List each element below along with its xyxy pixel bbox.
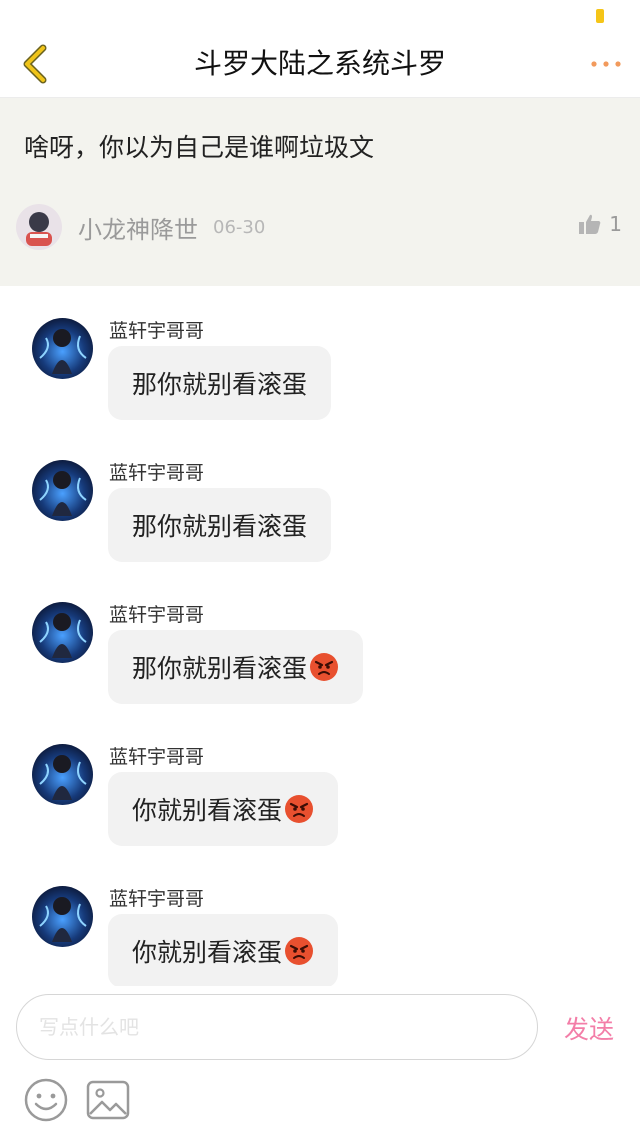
message-bubble[interactable]: 那你就别看滚蛋 xyxy=(108,488,332,562)
more-dots-icon xyxy=(591,61,621,67)
avatar[interactable] xyxy=(16,204,62,250)
header-bar: 斗罗大陆之系统斗罗 xyxy=(0,30,640,98)
message-item: 蓝轩宇哥哥那你就别看滚蛋 xyxy=(0,602,640,722)
angry-face-icon xyxy=(310,653,339,681)
message-text: 你就别看滚蛋 xyxy=(132,796,283,825)
angry-face-icon xyxy=(285,795,314,823)
message-text: 那你就别看滚蛋 xyxy=(132,654,308,683)
send-button[interactable]: 发送 xyxy=(556,1008,622,1048)
like-count: 1 xyxy=(609,212,622,236)
battery-icon xyxy=(596,9,604,23)
image-icon xyxy=(86,1080,130,1120)
message-author[interactable]: 蓝轩宇哥哥 xyxy=(109,884,204,911)
message-text: 那你就别看滚蛋 xyxy=(132,370,308,399)
message-bubble[interactable]: 那你就别看滚蛋 xyxy=(108,346,332,420)
comment-author[interactable]: 小龙神降世 xyxy=(78,210,198,245)
message-bubble[interactable]: 那你就别看滚蛋 xyxy=(108,630,364,704)
composer-bar: 发送 xyxy=(0,986,640,1138)
avatar[interactable] xyxy=(32,318,93,379)
thumbs-up-icon xyxy=(579,214,601,234)
avatar[interactable] xyxy=(32,886,93,947)
angry-face-icon xyxy=(285,937,314,965)
message-bubble[interactable]: 你就别看滚蛋 xyxy=(108,914,339,988)
original-comment-text: 啥呀，你以为自己是谁啊垃圾文 xyxy=(24,133,375,162)
message-text: 那你就别看滚蛋 xyxy=(132,512,308,541)
comment-date: 06-30 xyxy=(213,217,266,238)
message-item: 蓝轩宇哥哥那你就别看滚蛋 xyxy=(0,460,640,580)
message-item: 蓝轩宇哥哥你就别看滚蛋 xyxy=(0,744,640,864)
image-button[interactable] xyxy=(86,1080,130,1120)
avatar[interactable] xyxy=(32,744,93,805)
message-text: 你就别看滚蛋 xyxy=(132,938,283,967)
original-comment: 啥呀，你以为自己是谁啊垃圾文 小龙神降世 06-30 1 xyxy=(0,98,640,286)
avatar[interactable] xyxy=(32,602,93,663)
message-bubble[interactable]: 你就别看滚蛋 xyxy=(108,772,339,846)
message-author[interactable]: 蓝轩宇哥哥 xyxy=(109,458,204,485)
smiley-icon xyxy=(24,1078,68,1122)
avatar[interactable] xyxy=(32,460,93,521)
like-button[interactable]: 1 xyxy=(579,212,622,236)
reply-thread-screen: 斗罗大陆之系统斗罗 啥呀，你以为自己是谁啊垃圾文 小龙神降世 06-30 1 蓝… xyxy=(0,0,640,1138)
message-author[interactable]: 蓝轩宇哥哥 xyxy=(109,742,204,769)
page-title: 斗罗大陆之系统斗罗 xyxy=(193,47,446,80)
emoji-button[interactable] xyxy=(24,1078,68,1122)
message-item: 蓝轩宇哥哥那你就别看滚蛋 xyxy=(0,318,640,438)
message-author[interactable]: 蓝轩宇哥哥 xyxy=(109,600,204,627)
comment-input[interactable] xyxy=(16,994,538,1060)
more-button[interactable] xyxy=(586,50,626,78)
message-author[interactable]: 蓝轩宇哥哥 xyxy=(109,316,204,343)
